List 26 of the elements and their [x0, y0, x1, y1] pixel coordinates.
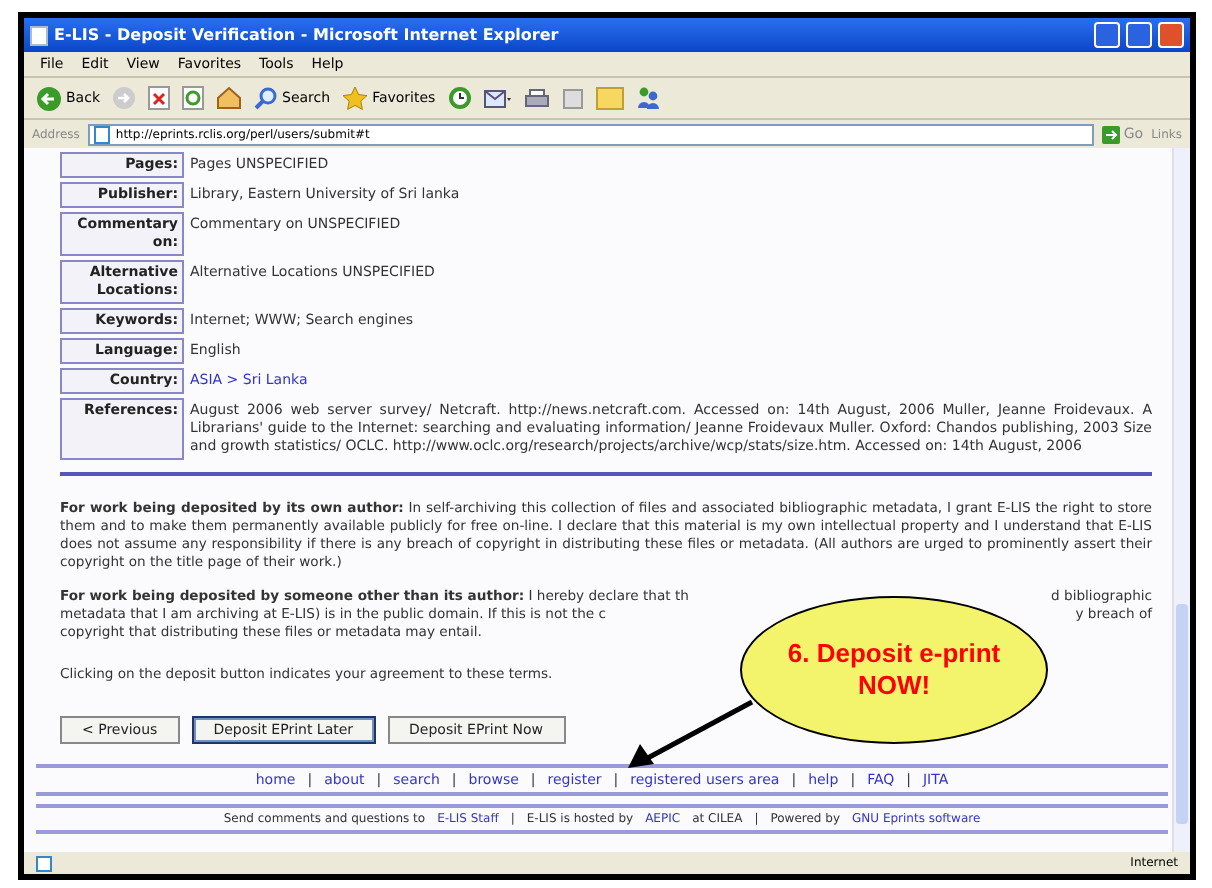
printer-icon: [523, 87, 550, 109]
toolbar-button[interactable]: [447, 86, 472, 110]
scroll-thumb[interactable]: [1176, 604, 1188, 824]
star-icon: [342, 86, 369, 110]
people-icon: [635, 86, 660, 110]
minimize-button[interactable]: [1094, 22, 1120, 48]
forward-arrow-icon: [112, 86, 136, 110]
clock-icon: [447, 86, 472, 110]
close-button[interactable]: [1158, 22, 1184, 48]
envelope-icon: [483, 87, 512, 109]
arrow-icon: [1101, 125, 1120, 143]
page-icon: [93, 125, 110, 143]
folder-icon: [595, 86, 624, 110]
toolbar-button[interactable]: [483, 87, 512, 109]
toolbar-button[interactable]: [523, 87, 550, 109]
maximize-button[interactable]: [1126, 22, 1152, 48]
stop-icon: [148, 86, 170, 110]
window-title: E-LIS - Deposit Verification - Microsoft Internet Explorer: [54, 26, 561, 44]
search-icon: [254, 86, 278, 110]
document-icon: [561, 87, 584, 109]
refresh-icon: [182, 86, 204, 110]
back-arrow-icon: [36, 85, 62, 111]
scrollbar[interactable]: [1172, 148, 1190, 852]
house-icon: [216, 86, 242, 110]
page-icon: [30, 25, 48, 45]
page-icon: [36, 855, 52, 871]
